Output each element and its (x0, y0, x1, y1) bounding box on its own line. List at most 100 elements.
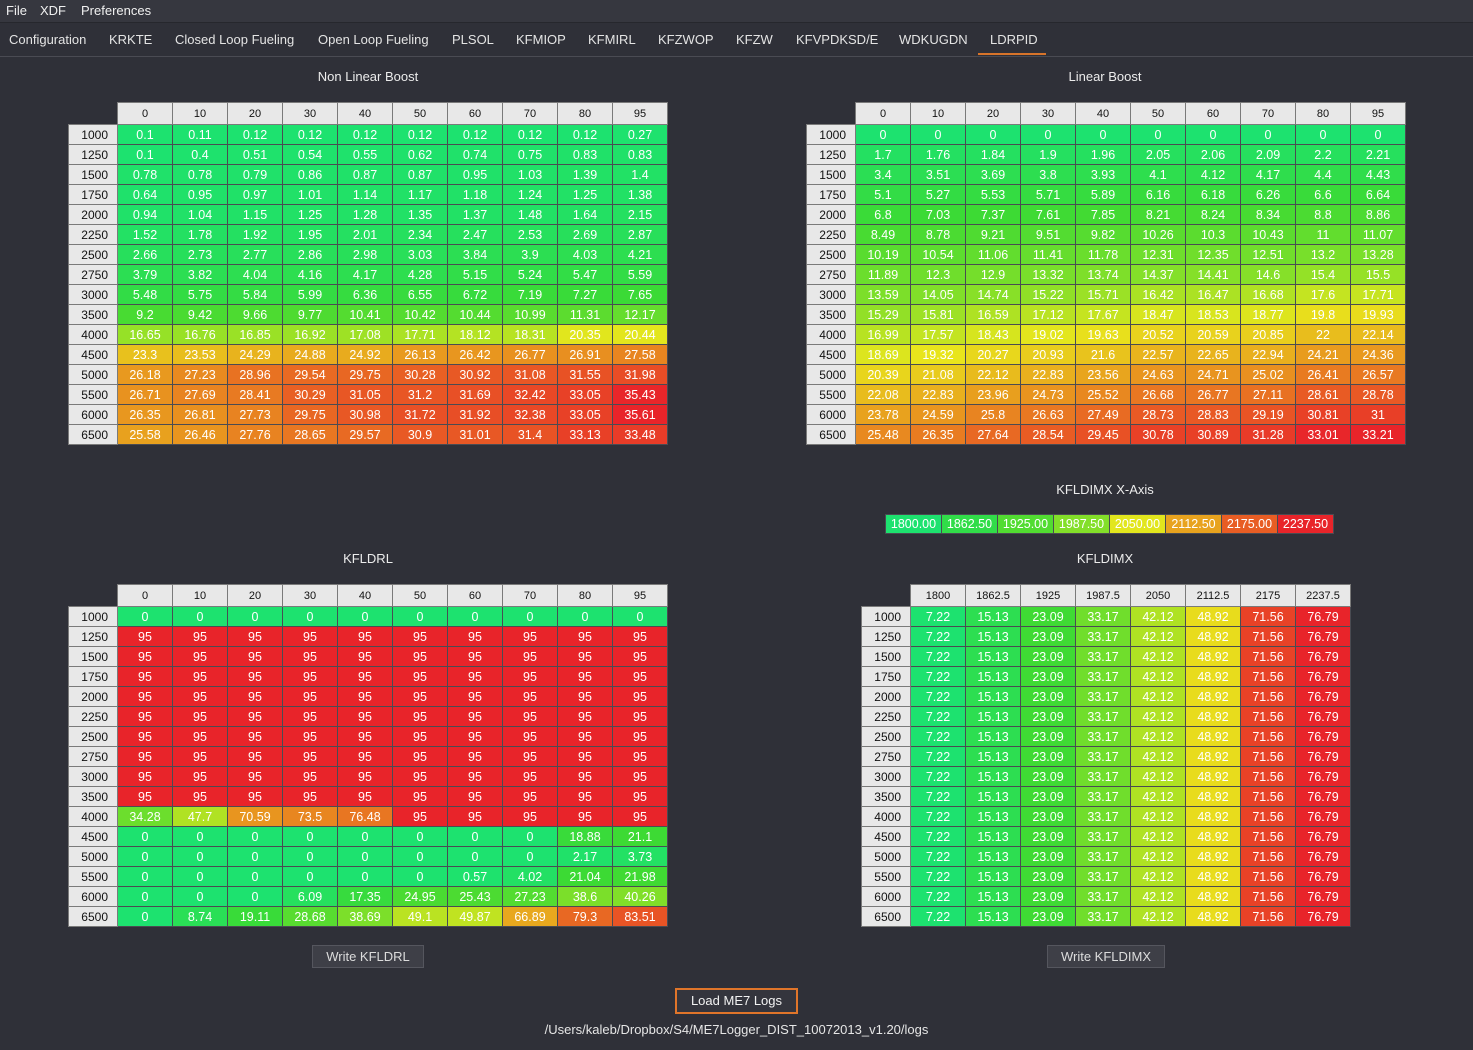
table-cell[interactable]: 0 (282, 846, 338, 867)
table-cell[interactable]: 0 (447, 826, 503, 847)
table-cell[interactable]: 28.73 (1130, 404, 1186, 425)
table-cell[interactable]: 0.12 (282, 124, 338, 145)
table-cell[interactable]: 0.55 (337, 144, 393, 165)
table-cell[interactable]: 21.1 (612, 826, 668, 847)
table-cell[interactable]: 23.09 (1020, 666, 1076, 687)
table-cell[interactable]: 13.2 (1295, 244, 1351, 265)
table-cell[interactable]: 20.35 (557, 324, 613, 345)
tab-configuration[interactable]: Configuration (9, 32, 86, 47)
table-cell[interactable]: 0.12 (502, 124, 558, 145)
table-cell[interactable]: 3.03 (392, 244, 448, 265)
table-cell[interactable]: 27.69 (172, 384, 228, 405)
table-cell[interactable]: 95 (502, 806, 558, 827)
table-cell[interactable]: 31 (1350, 404, 1406, 425)
table-cell[interactable]: 95 (392, 726, 448, 747)
table-cell[interactable]: 23.96 (965, 384, 1021, 405)
table-cell[interactable]: 2.15 (612, 204, 668, 225)
table-cell[interactable]: 30.78 (1130, 424, 1186, 445)
table-cell[interactable]: 1.92 (227, 224, 283, 245)
table-cell[interactable]: 22.83 (1020, 364, 1076, 385)
table-cell[interactable]: 22.12 (965, 364, 1021, 385)
table-cell[interactable]: 95 (557, 666, 613, 687)
table-cell[interactable]: 12.51 (1240, 244, 1296, 265)
write-kfldimx-button[interactable]: Write KFLDIMX (1047, 945, 1165, 968)
table-cell[interactable]: 6.64 (1350, 184, 1406, 205)
table-cell[interactable]: 32.38 (502, 404, 558, 425)
table-cell[interactable]: 6.36 (337, 284, 393, 305)
tab-ldrpid[interactable]: LDRPID (990, 32, 1038, 47)
table-cell[interactable]: 0.11 (172, 124, 228, 145)
table-cell[interactable]: 15.13 (965, 846, 1021, 867)
table-cell[interactable]: 2.17 (557, 846, 613, 867)
table-cell[interactable]: 15.13 (965, 906, 1021, 927)
table-cell[interactable]: 71.56 (1240, 886, 1296, 907)
table-cell[interactable]: 33.17 (1075, 746, 1131, 767)
table-cell[interactable]: 28.83 (1185, 404, 1241, 425)
table-cell[interactable]: 27.64 (965, 424, 1021, 445)
table-cell[interactable]: 14.74 (965, 284, 1021, 305)
table-cell[interactable]: 95 (172, 666, 228, 687)
table-cell[interactable]: 33.05 (557, 384, 613, 405)
table-cell[interactable]: 23.09 (1020, 826, 1076, 847)
table-cell[interactable]: 3.8 (1020, 164, 1076, 185)
table-cell[interactable]: 3.9 (502, 244, 558, 265)
table-cell[interactable]: 7.22 (910, 846, 966, 867)
table-cell[interactable]: 71.56 (1240, 766, 1296, 787)
table-cell[interactable]: 31.98 (612, 364, 668, 385)
table-cell[interactable]: 0.75 (502, 144, 558, 165)
table-cell[interactable]: 16.92 (282, 324, 338, 345)
table-cell[interactable]: 9.82 (1075, 224, 1131, 245)
table-cell[interactable]: 30.28 (392, 364, 448, 385)
table-cell[interactable]: 0.57 (447, 866, 503, 887)
table-cell[interactable]: 17.12 (1020, 304, 1076, 325)
table-cell[interactable]: 42.12 (1130, 626, 1186, 647)
table-cell[interactable]: 35.43 (612, 384, 668, 405)
table-cell[interactable]: 26.41 (1295, 364, 1351, 385)
table-cell[interactable]: 23.09 (1020, 886, 1076, 907)
table-cell[interactable]: 0.79 (227, 164, 283, 185)
table-cell[interactable]: 23.09 (1020, 866, 1076, 887)
table-cell[interactable]: 17.08 (337, 324, 393, 345)
table-cell[interactable]: 95 (502, 726, 558, 747)
table-cell[interactable]: 2.09 (1240, 144, 1296, 165)
table-cell[interactable]: 4.17 (337, 264, 393, 285)
table-cell[interactable]: 0.78 (172, 164, 228, 185)
tab-kfzwop[interactable]: KFZWOP (658, 32, 714, 47)
table-cell[interactable]: 95 (557, 726, 613, 747)
table-cell[interactable]: 0 (1130, 124, 1186, 145)
table-cell[interactable]: 27.73 (227, 404, 283, 425)
table-cell[interactable]: 24.73 (1020, 384, 1076, 405)
table-cell[interactable]: 95 (117, 746, 173, 767)
table-cell[interactable]: 42.12 (1130, 646, 1186, 667)
table-cell[interactable]: 31.72 (392, 404, 448, 425)
table-cell[interactable]: 33.17 (1075, 826, 1131, 847)
table-cell[interactable]: 0 (172, 866, 228, 887)
table-cell[interactable]: 3.69 (965, 164, 1021, 185)
table-cell[interactable]: 95 (392, 646, 448, 667)
table-cell[interactable]: 1.01 (282, 184, 338, 205)
table-cell[interactable]: 16.65 (117, 324, 173, 345)
table-cell[interactable]: 26.35 (910, 424, 966, 445)
table-cell[interactable]: 4.1 (1130, 164, 1186, 185)
table-cell[interactable]: 95 (612, 766, 668, 787)
table-cell[interactable]: 26.81 (172, 404, 228, 425)
table-cell[interactable]: 18.88 (557, 826, 613, 847)
table-cell[interactable]: 7.22 (910, 666, 966, 687)
table-cell[interactable]: 9.2 (117, 304, 173, 325)
table-cell[interactable]: 0 (392, 866, 448, 887)
table-cell[interactable]: 95 (227, 646, 283, 667)
table-cell[interactable]: 16.85 (227, 324, 283, 345)
table-cell[interactable]: 0.12 (392, 124, 448, 145)
table-cell[interactable]: 2.21 (1350, 144, 1406, 165)
table-cell[interactable]: 95 (227, 626, 283, 647)
table-cell[interactable]: 4.43 (1350, 164, 1406, 185)
x-axis-cell[interactable]: 1800.00 (885, 514, 942, 534)
table-cell[interactable]: 0.27 (612, 124, 668, 145)
table-cell[interactable]: 3.4 (855, 164, 911, 185)
table-cell[interactable]: 95 (392, 626, 448, 647)
table-cell[interactable]: 21.08 (910, 364, 966, 385)
table-cell[interactable]: 27.76 (227, 424, 283, 445)
x-axis-cell[interactable]: 2175.00 (1221, 514, 1278, 534)
table-cell[interactable]: 95 (282, 686, 338, 707)
table-cell[interactable]: 15.81 (910, 304, 966, 325)
